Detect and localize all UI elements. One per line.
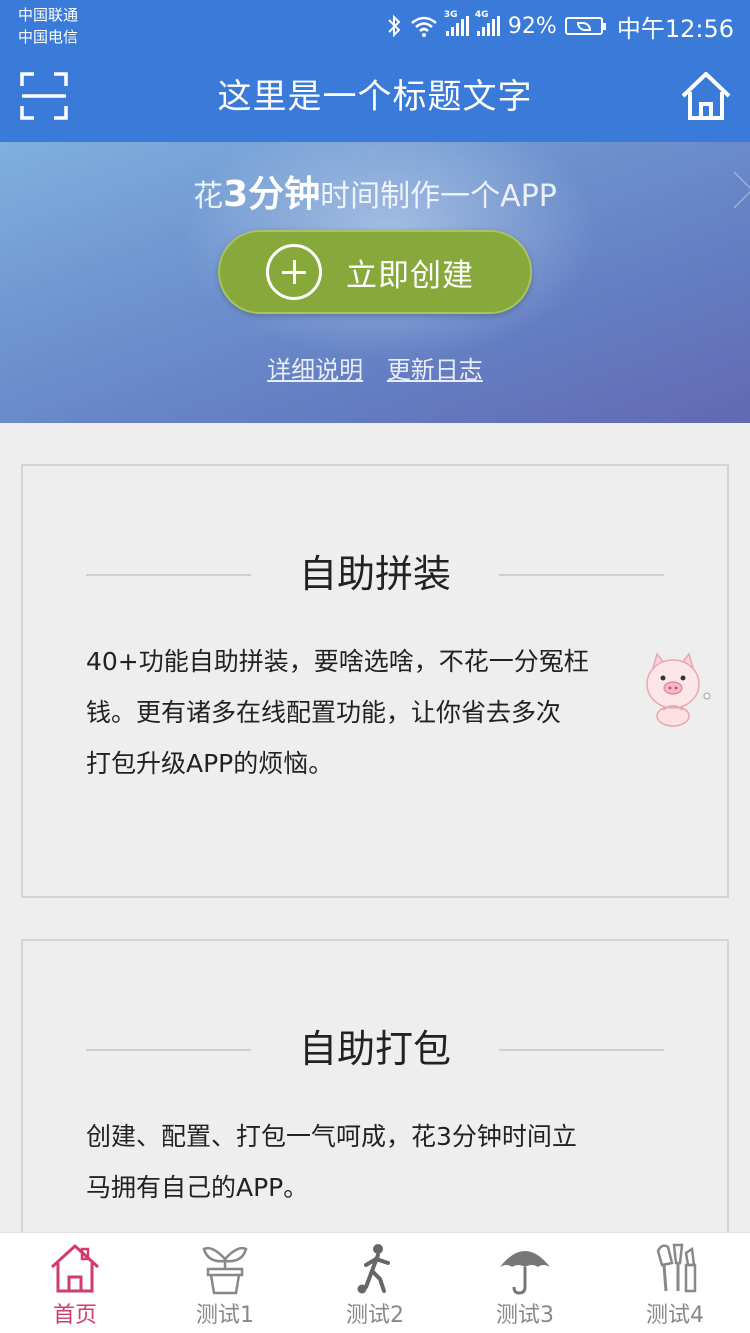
makeup-brushes-icon <box>656 1243 697 1293</box>
card-text-line: 创建、配置、打包一气呵成，花3分钟时间立 <box>86 1122 577 1151</box>
network-4g-label: 4G <box>474 10 489 20</box>
signal-3g-icon: 3G <box>444 10 469 36</box>
tagline-prefix: 花 <box>193 179 224 214</box>
hero-tagline: 花3分钟时间制作一个APP <box>0 172 750 220</box>
leaf-icon <box>576 21 591 31</box>
card-description: 40+功能自助拼装，要啥选啥，不花一分冤枉 钱。更有诸多在线配置功能，让你省去多… <box>86 636 675 789</box>
bluetooth-icon <box>388 14 401 38</box>
tab-label: 测试1 <box>196 1303 254 1328</box>
create-now-label: 立即创建 <box>346 257 474 294</box>
card-heading: 自助拼装 <box>23 548 727 600</box>
battery-icon <box>564 17 606 35</box>
page-title: 这里是一个标题文字 <box>217 77 533 117</box>
feature-card: 自助拼装 40+功能自助拼装，要啥选啥，不花一分冤枉 钱。更有诸多在线配置功能，… <box>21 464 729 898</box>
hero-banner: 花3分钟时间制作一个APP 立即创建 详细说明 更新日志 <box>0 142 750 423</box>
status-bar: 中国联通 中国电信 3G 4G 92% 中午12:56 <box>0 0 750 52</box>
tab-home[interactable]: 首页 <box>0 1233 150 1333</box>
tab-label: 测试3 <box>496 1303 554 1328</box>
tab-test2[interactable]: 测试2 <box>300 1233 450 1333</box>
soccer-player-icon <box>357 1244 390 1294</box>
home-icon <box>681 72 731 120</box>
battery-percent: 92% <box>507 13 557 39</box>
tab-test4[interactable]: 测试4 <box>600 1233 750 1333</box>
plant-pot-icon <box>202 1246 248 1295</box>
home-button[interactable] <box>680 70 732 122</box>
divider-line <box>499 574 664 576</box>
tab-test1[interactable]: 测试1 <box>150 1233 300 1333</box>
feature-card: 自助打包 创建、配置、打包一气呵成，花3分钟时间立 马拥有自己的APP。 <box>21 939 729 1259</box>
divider-line <box>499 1049 664 1051</box>
carrier-2: 中国电信 <box>18 28 79 46</box>
changelog-link[interactable]: 更新日志 <box>387 356 483 384</box>
create-now-button[interactable]: 立即创建 <box>218 230 532 314</box>
card-heading: 自助打包 <box>23 1023 727 1075</box>
carrier-1: 中国联通 <box>18 6 79 24</box>
network-3g-label: 3G <box>443 10 458 20</box>
tab-label: 测试4 <box>646 1303 704 1328</box>
wifi-icon <box>411 16 437 37</box>
hero-links: 详细说明 更新日志 <box>0 350 750 385</box>
card-text-line: 钱。更有诸多在线配置功能，让你省去多次 <box>86 698 562 727</box>
bottom-tab-bar: 首页 测试1 测试2 测试3 测试4 <box>0 1232 750 1333</box>
details-link[interactable]: 详细说明 <box>267 356 363 384</box>
tab-test3[interactable]: 测试3 <box>450 1233 600 1333</box>
pig-sticker-icon <box>646 652 711 727</box>
card-text-line: 打包升级APP的烦恼。 <box>86 749 334 778</box>
tab-label: 首页 <box>52 1303 97 1328</box>
umbrella-icon <box>500 1251 550 1295</box>
tagline-emphasis: 3分钟 <box>223 174 321 215</box>
card-description: 创建、配置、打包一气呵成，花3分钟时间立 马拥有自己的APP。 <box>86 1111 675 1213</box>
clock: 中午12:56 <box>616 14 734 43</box>
tab-label: 测试2 <box>346 1303 404 1328</box>
signal-4g-icon: 4G <box>475 10 500 36</box>
decorative-lines-icon <box>733 171 750 209</box>
plus-circle-icon <box>266 244 322 300</box>
card-text-line: 40+功能自助拼装，要啥选啥，不花一分冤枉 <box>86 647 589 676</box>
card-text-line: 马拥有自己的APP。 <box>86 1173 309 1202</box>
house-icon <box>50 1244 100 1293</box>
tagline-suffix: 时间制作一个APP <box>320 179 557 214</box>
status-indicators: 3G 4G 92% 中午12:56 <box>386 10 734 43</box>
nav-bar: 这里是一个标题文字 <box>0 52 750 142</box>
